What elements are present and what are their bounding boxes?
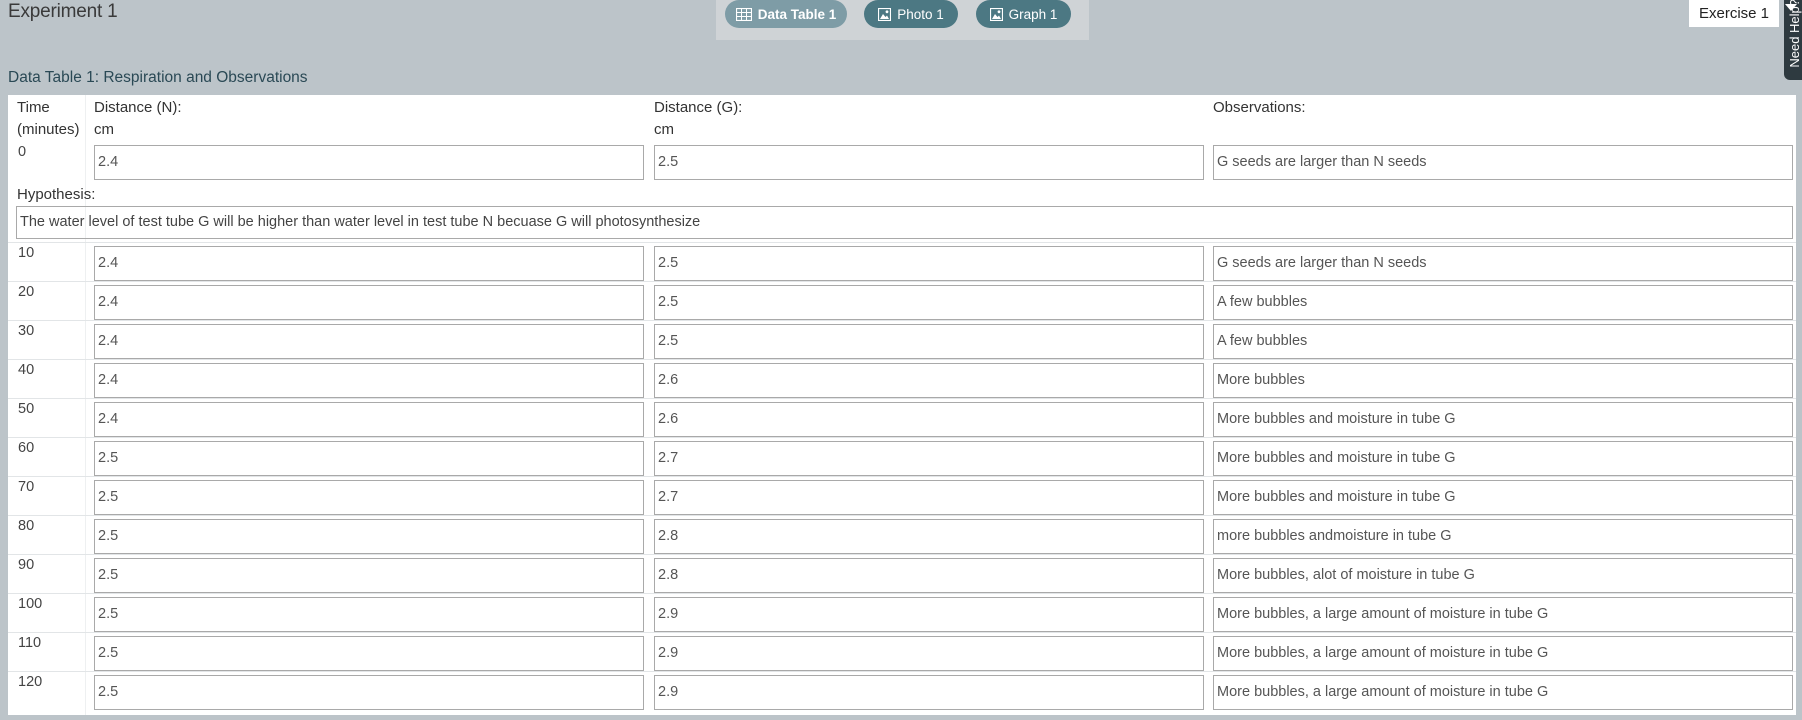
hypothesis-input[interactable]: The water level of test tube G will be h…	[16, 206, 1793, 239]
header-distance-n: Distance (N): cm	[94, 97, 182, 141]
observations-input[interactable]: More bubbles, a large amount of moisture…	[1213, 636, 1793, 671]
observations-input[interactable]: More bubbles, a large amount of moisture…	[1213, 675, 1793, 710]
time-cell: 0	[18, 144, 27, 160]
distance-g-input[interactable]: 2.8	[654, 519, 1204, 554]
distance-g-input[interactable]: 2.5	[654, 145, 1204, 180]
table-row: 10 2.4 2.5 G seeds are larger than N seeds	[8, 242, 1796, 281]
distance-n-input[interactable]: 2.5	[94, 597, 644, 632]
data-table: Time (minutes) Distance (N): cm Distance…	[8, 95, 1796, 715]
table-row: 120 2.5 2.9 More bubbles, a large amount of…	[8, 671, 1796, 710]
table-row: 80 2.5 2.8 more bubbles andmoisture in tube…	[8, 515, 1796, 554]
tab-bar: Data Table 1 Photo 1 Graph 1	[716, 0, 1089, 40]
table-title: Data Table 1: Respiration and Observatio…	[8, 69, 308, 86]
distance-n-input[interactable]: 2.4	[94, 402, 644, 437]
time-cell: 20	[18, 284, 35, 300]
header-time-line2: (minutes)	[17, 121, 80, 138]
need-help-label: Need Help?	[1787, 0, 1802, 68]
observations-input[interactable]: More bubbles, alot of moisture in tube G	[1213, 558, 1793, 593]
table-row: 20 2.4 2.5 A few bubbles	[8, 281, 1796, 320]
tab-label: Data Table 1	[757, 6, 837, 22]
header-distance-n-unit: cm	[94, 121, 114, 138]
distance-g-input[interactable]: 2.7	[654, 441, 1204, 476]
time-cell: 50	[18, 401, 35, 417]
distance-g-input[interactable]: 2.9	[654, 675, 1204, 710]
tab-photo-1[interactable]: Photo 1	[864, 0, 958, 28]
distance-n-input[interactable]: 2.5	[94, 519, 644, 554]
time-cell: 30	[18, 323, 35, 339]
table-row: 30 2.4 2.5 A few bubbles	[8, 320, 1796, 359]
time-cell: 70	[18, 479, 35, 495]
distance-g-input[interactable]: 2.6	[654, 402, 1204, 437]
time-cell: 110	[18, 635, 42, 651]
time-cell: 10	[18, 245, 35, 261]
observations-input[interactable]: A few bubbles	[1213, 324, 1793, 359]
time-cell: 90	[18, 557, 35, 573]
observations-input[interactable]: G seeds are larger than N seeds	[1213, 145, 1793, 180]
distance-n-input[interactable]: 2.4	[94, 145, 644, 180]
observations-input[interactable]: more bubbles andmoisture in tube G	[1213, 519, 1793, 554]
page-title: Experiment 1	[8, 1, 118, 22]
distance-g-input[interactable]: 2.7	[654, 480, 1204, 515]
header-distance-g: Distance (G): cm	[654, 97, 742, 141]
time-cell: 120	[18, 674, 43, 690]
distance-g-input[interactable]: 2.5	[654, 324, 1204, 359]
observations-input[interactable]: More bubbles and moisture in tube G	[1213, 480, 1793, 515]
time-cell: 100	[18, 596, 43, 612]
observations-input[interactable]: More bubbles	[1213, 363, 1793, 398]
distance-n-input[interactable]: 2.4	[94, 285, 644, 320]
table-row: 70 2.5 2.7 More bubbles and moisture in tub…	[8, 476, 1796, 515]
distance-g-input[interactable]: 2.5	[654, 285, 1204, 320]
distance-n-input[interactable]: 2.5	[94, 441, 644, 476]
image-icon	[878, 7, 892, 21]
distance-n-input[interactable]: 2.5	[94, 480, 644, 515]
distance-n-input[interactable]: 2.5	[94, 636, 644, 671]
table-row: 50 2.4 2.6 More bubbles and moisture in tub…	[8, 398, 1796, 437]
distance-n-input[interactable]: 2.5	[94, 558, 644, 593]
time-cell: 40	[18, 362, 35, 378]
tab-label: Photo 1	[897, 6, 944, 22]
header-observations-line1: Observations:	[1213, 99, 1306, 116]
distance-g-input[interactable]: 2.8	[654, 558, 1204, 593]
header-observations: Observations:	[1213, 97, 1306, 119]
time-cell: 60	[18, 440, 35, 456]
distance-n-input[interactable]: 2.4	[94, 324, 644, 359]
table-row: 40 2.4 2.6 More bubbles	[8, 359, 1796, 398]
header-time-line1: Time	[17, 99, 50, 116]
observations-input[interactable]: G seeds are larger than N seeds	[1213, 246, 1793, 281]
tab-data-table-1[interactable]: Data Table 1	[725, 0, 847, 28]
distance-g-input[interactable]: 2.9	[654, 636, 1204, 671]
table-row: 90 2.5 2.8 More bubbles, alot of moisture i…	[8, 554, 1796, 593]
header-distance-g-line1: Distance (G):	[654, 99, 743, 116]
table-row: 60 2.5 2.7 More bubbles and moisture in tub…	[8, 437, 1796, 476]
exercise-selector[interactable]: Exercise 1	[1689, 0, 1779, 27]
header-time: Time (minutes)	[17, 97, 80, 141]
image-icon	[989, 7, 1003, 21]
distance-g-input[interactable]: 2.9	[654, 597, 1204, 632]
observations-input[interactable]: More bubbles, a large amount of moisture…	[1213, 597, 1793, 632]
observations-input[interactable]: More bubbles and moisture in tube G	[1213, 441, 1793, 476]
tab-label: Graph 1	[1008, 6, 1058, 22]
time-cell: 80	[18, 518, 35, 534]
need-help-tab[interactable]: Need Help?	[1784, 0, 1802, 80]
distance-g-input[interactable]: 2.6	[654, 363, 1204, 398]
header-distance-n-line1: Distance (N):	[94, 99, 182, 116]
table-row: 0 2.4 2.5 G seeds are larger than N seed…	[8, 142, 1796, 181]
observations-input[interactable]: A few bubbles	[1213, 285, 1793, 320]
observations-input[interactable]: More bubbles and moisture in tube G	[1213, 402, 1793, 437]
table-icon	[735, 7, 752, 21]
header-distance-g-unit: cm	[654, 121, 674, 138]
distance-n-input[interactable]: 2.4	[94, 363, 644, 398]
table-row: 110 2.5 2.9 More bubbles, a large amount of…	[8, 632, 1796, 671]
hypothesis-label: Hypothesis:	[17, 186, 96, 203]
distance-n-input[interactable]: 2.4	[94, 246, 644, 281]
tab-graph-1[interactable]: Graph 1	[976, 0, 1071, 28]
distance-n-input[interactable]: 2.5	[94, 675, 644, 710]
table-row: 100 2.5 2.9 More bubbles, a large amount of…	[8, 593, 1796, 632]
distance-g-input[interactable]: 2.5	[654, 246, 1204, 281]
